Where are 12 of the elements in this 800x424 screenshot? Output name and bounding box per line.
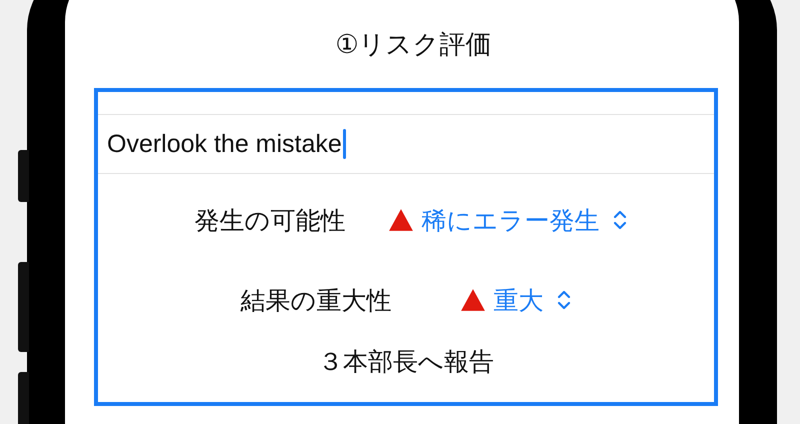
chevron-up-down-icon: [556, 289, 572, 311]
picker-button[interactable]: 稀にエラー発生: [388, 204, 628, 236]
text-cursor: [342, 129, 346, 159]
triangle-icon: [460, 288, 486, 312]
picker-label: 発生の可能性: [194, 206, 346, 236]
triangle-icon: [388, 208, 414, 232]
text-field[interactable]: Overlook the mistake: [98, 115, 714, 174]
picker-button[interactable]: 重大: [460, 284, 572, 316]
result-text: ３本部長へ報告: [317, 347, 495, 378]
chevron-up-down-icon: [612, 209, 628, 231]
picker-label: 結果の重大性: [240, 286, 392, 316]
screen-title: ①リスク評価: [335, 28, 492, 61]
